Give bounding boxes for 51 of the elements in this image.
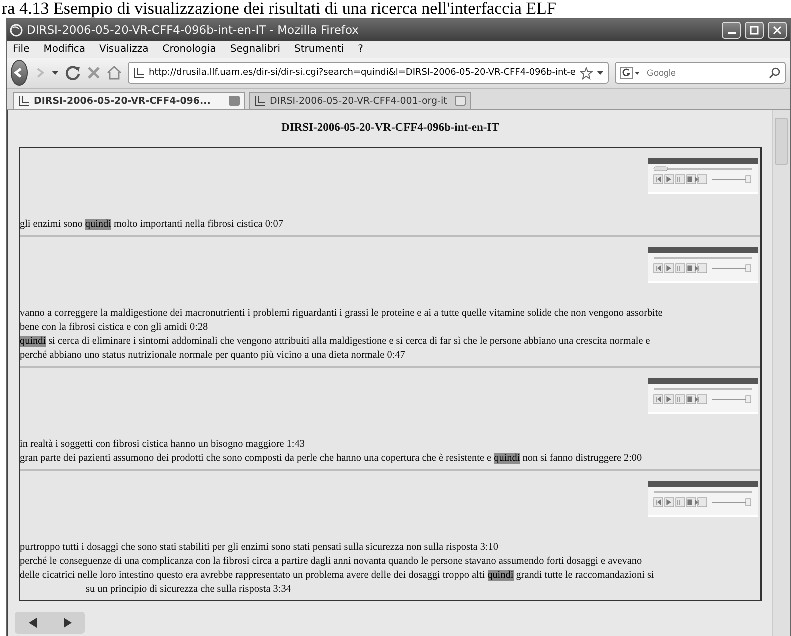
page-icon: [254, 95, 266, 107]
menu-item[interactable]: Strumenti: [294, 44, 344, 55]
maximize-button[interactable]: [745, 22, 764, 38]
browser-tab[interactable]: DIRSI-2006-05-20-VR-CFF4-096...: [13, 92, 245, 109]
search-field[interactable]: Google: [644, 67, 766, 79]
previous-button[interactable]: [28, 617, 38, 629]
address-field[interactable]: http://drusila.llf.uam.es/dir-si/dir-si.cgi?search=quindi&l=DIRSI-2006-05-20-VR-CFF4-096b-int-e: [128, 62, 609, 84]
minimize-button[interactable]: [722, 22, 741, 38]
transcript-line: purtroppo tutti i dosaggi che sono stati stabiliti per gli enzimi sono stati pensati sulla sicurezza non sulla risposta 3:10: [20, 541, 500, 555]
transcript-line: perché le conseguenze di una complicanza con la fibrosi circa a partire dagli anni novanta quando le persone stavano assumendo forti dosaggi e avevano: [20, 555, 644, 569]
transcript-line: vanno a correggere la maldigestione dei macronutrienti i problemi riguardanti i grassi le proteine e ai a tutte quelle vitamine solide che non vengono assorbite: [20, 307, 664, 321]
close-button[interactable]: [768, 22, 787, 38]
home-button[interactable]: [106, 66, 122, 80]
search-icon[interactable]: [769, 67, 781, 79]
page-heading: DIRSI-2006-05-20-VR-CFF4-096b-int-en-IT: [280, 121, 500, 136]
transcript-line: perché abbiano uno status nutrizionale normale per quanto più vicino a una dieta normale 0:47: [20, 349, 406, 363]
menu-item[interactable]: Modifica: [44, 44, 86, 55]
transcript-line: bene con la fibrosi cistica e con gli amidi 0:28: [20, 321, 210, 335]
bookmark-star-icon[interactable]: [580, 66, 593, 80]
transcript-line: quindi si cerca di eliminare i sintomi addominali che vengono attribuiti alla maldigestione e si cerca di far sì che le persone abbiano una crescita normale e: [20, 335, 652, 349]
audio-player[interactable]: [648, 247, 758, 281]
search-bar[interactable]: Google: [614, 62, 786, 84]
menu-item[interactable]: ?: [358, 44, 364, 55]
close-icon: [773, 26, 782, 34]
back-button[interactable]: [11, 60, 28, 86]
reload-button[interactable]: [64, 65, 81, 81]
page-icon: [132, 67, 145, 79]
browser-tab[interactable]: DIRSI-2006-05-20-VR-CFF4-001-org-it: [249, 92, 471, 109]
audio-player[interactable]: [648, 158, 758, 192]
next-button[interactable]: [62, 617, 72, 629]
figure-caption: ra 4.13 Esempio di visualizzazione dei risultati di una ricerca nell'interfaccia ELF: [1, 0, 558, 18]
tab-close-icon[interactable]: [455, 96, 466, 106]
search-engine-icon[interactable]: [620, 66, 642, 80]
maximize-icon: [750, 26, 759, 34]
window-title: DIRSI-2006-05-20-VR-CFF4-096b-int-en-IT - Mozilla Firefox: [27, 23, 360, 37]
transcript-line: su un principio di sicurezza che sulla risposta 3:34: [85, 583, 292, 597]
menu-item[interactable]: Cronologia: [162, 44, 216, 55]
history-dropdown-button[interactable]: [52, 70, 59, 76]
transcript-line: in realtà i soggetti con fibrosi cistica hanno un bisogno maggiore 1:43: [20, 438, 306, 452]
audio-player[interactable]: [648, 378, 758, 412]
minimize-icon: [728, 32, 736, 34]
page-icon: [18, 95, 30, 107]
transcript-line: gran parte dei pazienti assumono dei prodotti che sono composti da perle che hanno una copertura che è resistente e quindi non si fanno distruggere 2:00: [20, 452, 644, 466]
scrollbar-thumb[interactable]: [775, 118, 788, 165]
menu-item[interactable]: Segnalibri: [230, 44, 281, 55]
browser-logo-icon: [10, 24, 23, 36]
audio-player[interactable]: [648, 481, 758, 515]
transcript-line: delle cicatrici nelle loro intestino questo era avrebbe rappresentato un problema avere delle dei dosaggi troppo alti quindi grandi tutte le raccomandazioni si: [20, 569, 656, 583]
menu-item[interactable]: Visualizza: [100, 44, 149, 55]
menu-item[interactable]: File: [13, 44, 30, 55]
dropdown-caret-icon[interactable]: [596, 70, 604, 76]
